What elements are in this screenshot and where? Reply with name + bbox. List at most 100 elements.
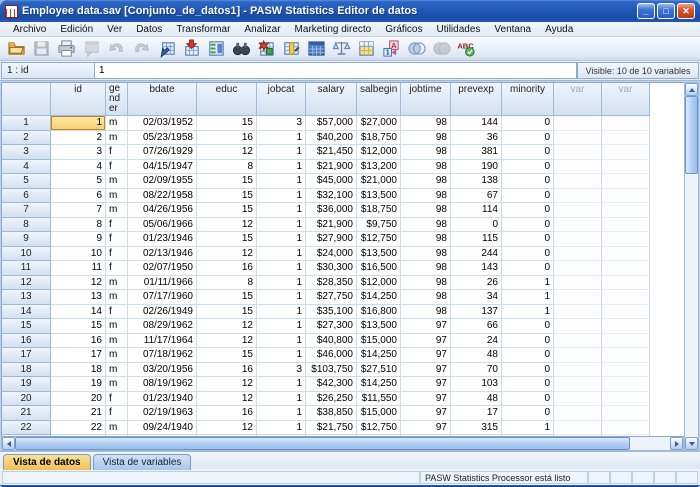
cell-r22-var1[interactable] xyxy=(554,421,602,436)
cell-r14-salbegin[interactable]: $16,800 xyxy=(357,305,401,320)
cell-r3-jobtime[interactable]: 98 xyxy=(401,145,451,160)
scroll-left-button[interactable] xyxy=(2,437,15,450)
cell-r21-bdate[interactable]: 02/19/1963 xyxy=(128,406,197,421)
cell-r6-minority[interactable]: 0 xyxy=(502,189,554,204)
cell-r15-var2[interactable] xyxy=(602,319,650,334)
cell-r19-jobtime[interactable]: 97 xyxy=(401,377,451,392)
cell-r2-salary[interactable]: $40,200 xyxy=(306,131,357,146)
cell-r2-var1[interactable] xyxy=(554,131,602,146)
cell-r11-bdate[interactable]: 02/07/1950 xyxy=(128,261,197,276)
cell-r8-educ[interactable]: 12 xyxy=(197,218,257,233)
cell-r5-educ[interactable]: 15 xyxy=(197,174,257,189)
cell-r1-salary[interactable]: $57,000 xyxy=(306,116,357,131)
cell-r22-prevexp[interactable]: 315 xyxy=(451,421,502,436)
cell-r19-prevexp[interactable]: 103 xyxy=(451,377,502,392)
cell-r5-jobtime[interactable]: 98 xyxy=(401,174,451,189)
cell-r4-salbegin[interactable]: $13,200 xyxy=(357,160,401,175)
cell-r4-jobtime[interactable]: 98 xyxy=(401,160,451,175)
cell-r11-jobcat[interactable]: 1 xyxy=(257,261,306,276)
menu-transformar[interactable]: Transformar xyxy=(169,24,237,35)
menu-ayuda[interactable]: Ayuda xyxy=(538,24,580,35)
cell-r18-id[interactable]: 18 xyxy=(51,363,106,378)
cell-r17-prevexp[interactable]: 48 xyxy=(451,348,502,363)
row-header-5[interactable]: 5 xyxy=(2,174,51,189)
cell-r13-prevexp[interactable]: 34 xyxy=(451,290,502,305)
scroll-up-button[interactable] xyxy=(685,83,698,96)
cell-r2-gender[interactable]: m xyxy=(106,131,128,146)
cell-r22-salary[interactable]: $21,750 xyxy=(306,421,357,436)
cell-r22-minority[interactable]: 1 xyxy=(502,421,554,436)
cell-r21-gender[interactable]: f xyxy=(106,406,128,421)
cell-r23-jobcat[interactable]: 1 xyxy=(257,435,306,436)
cell-r19-var2[interactable] xyxy=(602,377,650,392)
weight-cases-button[interactable] xyxy=(329,38,353,59)
cell-r8-gender[interactable]: f xyxy=(106,218,128,233)
cell-r4-jobcat[interactable]: 1 xyxy=(257,160,306,175)
row-header-9[interactable]: 9 xyxy=(2,232,51,247)
cell-r15-prevexp[interactable]: 66 xyxy=(451,319,502,334)
cell-r11-educ[interactable]: 16 xyxy=(197,261,257,276)
cell-r13-jobcat[interactable]: 1 xyxy=(257,290,306,305)
cell-r20-minority[interactable]: 0 xyxy=(502,392,554,407)
title-bar[interactable]: Employee data.sav [Conjunto_de_datos1] -… xyxy=(0,0,700,22)
cell-r3-bdate[interactable]: 07/26/1929 xyxy=(128,145,197,160)
cell-r11-id[interactable]: 11 xyxy=(51,261,106,276)
cell-r4-minority[interactable]: 0 xyxy=(502,160,554,175)
grid-corner[interactable] xyxy=(2,83,51,116)
cell-r18-salbegin[interactable]: $27,510 xyxy=(357,363,401,378)
cell-r2-educ[interactable]: 16 xyxy=(197,131,257,146)
row-header-6[interactable]: 6 xyxy=(2,189,51,204)
cell-r22-var2[interactable] xyxy=(602,421,650,436)
cell-r8-jobcat[interactable]: 1 xyxy=(257,218,306,233)
cell-r4-educ[interactable]: 8 xyxy=(197,160,257,175)
cell-r1-jobcat[interactable]: 3 xyxy=(257,116,306,131)
cell-r1-minority[interactable]: 0 xyxy=(502,116,554,131)
cell-r10-prevexp[interactable]: 244 xyxy=(451,247,502,262)
cell-r3-salary[interactable]: $21,450 xyxy=(306,145,357,160)
cell-r19-minority[interactable]: 0 xyxy=(502,377,554,392)
cell-r11-salbegin[interactable]: $16,500 xyxy=(357,261,401,276)
cell-r21-salbegin[interactable]: $15,000 xyxy=(357,406,401,421)
column-header-educ[interactable]: educ xyxy=(197,83,257,116)
cell-r12-bdate[interactable]: 01/11/1966 xyxy=(128,276,197,291)
menu-gráficos[interactable]: Gráficos xyxy=(378,24,429,35)
cell-r3-id[interactable]: 3 xyxy=(51,145,106,160)
column-header-jobcat[interactable]: jobcat xyxy=(257,83,306,116)
cell-r9-id[interactable]: 9 xyxy=(51,232,106,247)
cell-r19-bdate[interactable]: 08/19/1962 xyxy=(128,377,197,392)
column-header-var-10[interactable]: var xyxy=(554,83,602,116)
cell-r16-salbegin[interactable]: $15,000 xyxy=(357,334,401,349)
insert-cases-button[interactable] xyxy=(254,38,278,59)
row-header-3[interactable]: 3 xyxy=(2,145,51,160)
cell-r16-jobcat[interactable]: 1 xyxy=(257,334,306,349)
row-header-15[interactable]: 15 xyxy=(2,319,51,334)
cell-r17-salary[interactable]: $46,000 xyxy=(306,348,357,363)
cell-r21-minority[interactable]: 0 xyxy=(502,406,554,421)
cell-r17-bdate[interactable]: 07/18/1962 xyxy=(128,348,197,363)
goto-case-button[interactable] xyxy=(154,38,178,59)
cell-r11-minority[interactable]: 0 xyxy=(502,261,554,276)
save-button[interactable] xyxy=(29,38,53,59)
cell-r20-var1[interactable] xyxy=(554,392,602,407)
cell-r9-var2[interactable] xyxy=(602,232,650,247)
cell-r5-bdate[interactable]: 02/09/1955 xyxy=(128,174,197,189)
cell-r2-jobtime[interactable]: 98 xyxy=(401,131,451,146)
cell-r6-educ[interactable]: 15 xyxy=(197,189,257,204)
column-header-salary[interactable]: salary xyxy=(306,83,357,116)
cell-r11-var1[interactable] xyxy=(554,261,602,276)
show-all-variables-button[interactable] xyxy=(429,38,453,59)
cell-r10-jobcat[interactable]: 1 xyxy=(257,247,306,262)
cell-r11-prevexp[interactable]: 143 xyxy=(451,261,502,276)
cell-r22-gender[interactable]: m xyxy=(106,421,128,436)
column-header-bdate[interactable]: bdate xyxy=(128,83,197,116)
tab-data-view[interactable]: Vista de datos xyxy=(3,454,91,470)
cell-r21-educ[interactable]: 16 xyxy=(197,406,257,421)
cell-r6-var1[interactable] xyxy=(554,189,602,204)
row-header-18[interactable]: 18 xyxy=(2,363,51,378)
cell-r13-educ[interactable]: 15 xyxy=(197,290,257,305)
cell-r20-jobcat[interactable]: 1 xyxy=(257,392,306,407)
cell-r7-salbegin[interactable]: $18,750 xyxy=(357,203,401,218)
cell-r2-minority[interactable]: 0 xyxy=(502,131,554,146)
cell-r9-var1[interactable] xyxy=(554,232,602,247)
cell-r2-bdate[interactable]: 05/23/1958 xyxy=(128,131,197,146)
